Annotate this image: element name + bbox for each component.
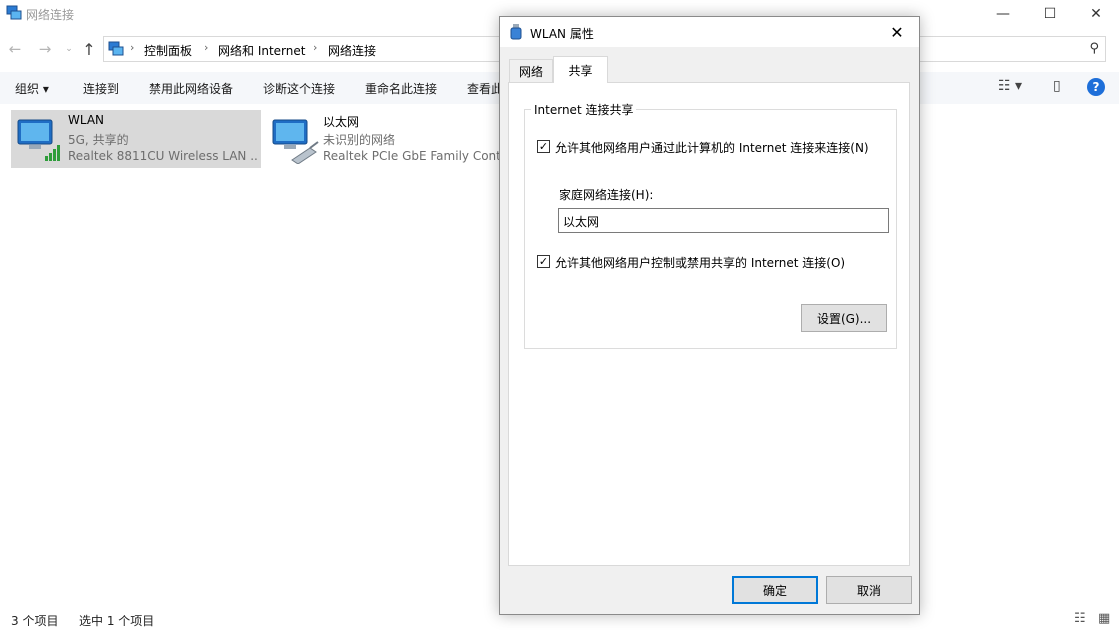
breadcrumb-control-panel[interactable]: 控制面板 <box>144 42 192 59</box>
back-arrow-icon[interactable]: ← <box>6 40 24 58</box>
sharing-tab-panel: Internet 连接共享 ✓ 允许其他网络用户通过此计算机的 Internet… <box>508 82 910 566</box>
dialog-title: WLAN 属性 <box>530 27 594 41</box>
dialog-titlebar: WLAN 属性 ✕ <box>500 17 919 47</box>
search-icon[interactable]: ⚲ <box>1089 41 1099 56</box>
view-status-button[interactable]: 查看此 <box>467 80 503 97</box>
change-view-icon[interactable]: ☷ ▾ <box>998 78 1022 94</box>
network-connections-icon <box>6 5 22 20</box>
ok-button[interactable]: 确定 <box>732 576 818 604</box>
connection-name: WLAN <box>68 113 105 127</box>
organize-menu[interactable]: 组织 ▾ <box>15 80 49 97</box>
large-icons-view-icon[interactable]: ▦ <box>1098 611 1110 626</box>
forward-arrow-icon[interactable]: → <box>36 40 54 58</box>
help-icon[interactable]: ? <box>1087 78 1105 96</box>
ethernet-adapter-icon <box>272 119 319 164</box>
diagnose-connection-button[interactable]: 诊断这个连接 <box>263 80 335 97</box>
up-arrow-icon[interactable]: ↑ <box>80 40 98 59</box>
close-window-button[interactable]: ✕ <box>1073 0 1119 28</box>
connection-device: Realtek 8811CU Wireless LAN ... <box>68 149 258 163</box>
allow-control-checkbox[interactable]: ✓ <box>537 255 550 268</box>
selected-count: 选中 1 个项目 <box>79 614 155 628</box>
home-network-label: 家庭网络连接(H): <box>559 188 654 202</box>
rename-connection-button[interactable]: 重命名此连接 <box>365 80 437 97</box>
wlan-properties-dialog: WLAN 属性 ✕ 网络 共享 Internet 连接共享 ✓ 允许其他网络用户… <box>499 16 920 615</box>
maximize-button[interactable]: ☐ <box>1027 0 1073 28</box>
disable-device-button[interactable]: 禁用此网络设备 <box>149 80 233 97</box>
allow-connect-checkbox[interactable]: ✓ <box>537 140 550 153</box>
connection-status: 5G, 共享的 <box>68 133 129 147</box>
preview-pane-icon[interactable]: ▯ <box>1053 78 1061 94</box>
minimize-button[interactable]: — <box>980 0 1026 28</box>
connection-device: Realtek PCIe GbE Family Controller <box>323 149 501 163</box>
item-count: 3 个项目 <box>11 614 59 628</box>
settings-button[interactable]: 设置(G)... <box>801 304 887 332</box>
tab-network[interactable]: 网络 <box>509 59 553 83</box>
recent-locations-chevron-icon[interactable]: ⌄ <box>60 40 78 58</box>
connection-item-ethernet[interactable]: 以太网 未识别的网络 Realtek PCIe GbE Family Contr… <box>266 110 506 168</box>
wifi-adapter-icon <box>17 119 60 161</box>
connection-status: 未识别的网络 <box>323 133 396 147</box>
wifi-dongle-icon <box>510 24 522 40</box>
breadcrumb-separator-icon: › <box>313 41 318 54</box>
details-view-icon[interactable]: ☷ <box>1074 611 1086 626</box>
home-network-field[interactable]: 以太网 <box>558 208 889 233</box>
breadcrumb-network-connections[interactable]: 网络连接 <box>328 42 376 59</box>
connection-name: 以太网 <box>323 115 360 129</box>
allow-connect-label[interactable]: 允许其他网络用户通过此计算机的 Internet 连接来连接(N) <box>555 139 869 156</box>
group-title: Internet 连接共享 <box>531 101 637 118</box>
connect-to-button[interactable]: 连接到 <box>83 80 119 97</box>
cancel-button[interactable]: 取消 <box>826 576 912 604</box>
window-title: 网络连接 <box>26 8 75 22</box>
breadcrumb-separator-icon: › <box>130 41 135 54</box>
connection-item-wlan[interactable]: WLAN 5G, 共享的 Realtek 8811CU Wireless LAN… <box>11 110 261 168</box>
tab-sharing[interactable]: 共享 <box>553 56 608 83</box>
allow-control-label[interactable]: 允许其他网络用户控制或禁用共享的 Internet 连接(O) <box>555 254 845 271</box>
internet-connection-sharing-group: Internet 连接共享 ✓ 允许其他网络用户通过此计算机的 Internet… <box>524 101 897 349</box>
dialog-close-button[interactable]: ✕ <box>884 21 910 43</box>
control-panel-icon <box>108 41 124 56</box>
breadcrumb-network-internet[interactable]: 网络和 Internet <box>218 42 305 59</box>
breadcrumb-separator-icon: › <box>204 41 209 54</box>
